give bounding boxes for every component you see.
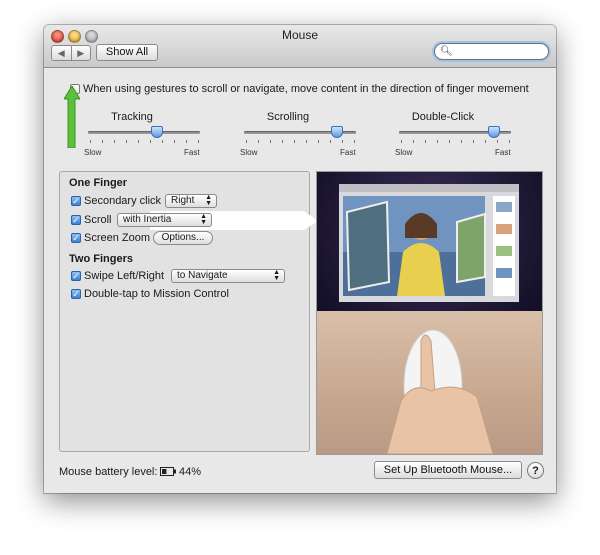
swipe-value: to Navigate [177, 270, 228, 281]
setup-bluetooth-mouse-button[interactable]: Set Up Bluetooth Mouse... [374, 461, 522, 479]
slider-tick [150, 140, 151, 143]
slider-tick [186, 140, 187, 143]
slider-tick [509, 140, 510, 143]
gesture-demo-video [316, 171, 543, 455]
slider-tick [114, 140, 115, 143]
slider-max-label: Fast [495, 148, 511, 157]
two-fingers-heading: Two Fingers [69, 253, 133, 265]
slider-tick [401, 140, 402, 143]
swipe-popup[interactable]: to Navigate ▲ ▼ [171, 269, 285, 283]
slider-tick [461, 140, 462, 143]
slider-title-0: Tracking [111, 111, 153, 123]
slider-tick [485, 140, 486, 143]
window-title: Mouse [281, 28, 319, 42]
slider-knob-0[interactable] [151, 126, 164, 138]
updown-arrows-icon: ▲ ▼ [273, 269, 280, 282]
slider-tick [270, 140, 271, 143]
slider-max-label: Fast [184, 148, 200, 157]
secondary-click-checkbox[interactable]: ✓ [71, 196, 81, 206]
secondary-click-label: Secondary click [84, 195, 162, 207]
show-all-button[interactable]: Show All [96, 44, 158, 61]
battery-label: Mouse battery level: [59, 466, 158, 478]
updown-arrows-icon: ▲ ▼ [205, 194, 212, 207]
slider-knob-1[interactable] [330, 126, 343, 138]
double-tap-checkbox[interactable]: ✓ [71, 289, 81, 299]
battery-icon [160, 467, 176, 476]
secondary-click-value: Right [171, 195, 195, 206]
slider-tick [342, 140, 343, 143]
demo-screen-image [317, 172, 542, 311]
swipe-checkbox[interactable]: ✓ [71, 271, 81, 281]
one-finger-heading: One Finger [69, 177, 128, 189]
slider-tick [449, 140, 450, 143]
slider-tick [330, 140, 331, 143]
slider-track-0[interactable] [88, 131, 200, 134]
slider-tick [198, 140, 199, 143]
slider-tick [306, 140, 307, 143]
slider-tick [473, 140, 474, 143]
slider-tick [102, 140, 103, 143]
slider-tick [126, 140, 127, 143]
slider-tick [294, 140, 295, 143]
slider-tick [162, 140, 163, 143]
help-button[interactable]: ? [527, 462, 544, 479]
zoom-options-button[interactable]: Options... [153, 231, 213, 245]
slider-tick [413, 140, 414, 143]
slider-title-1: Scrolling [266, 111, 310, 123]
slider-tick [282, 140, 283, 143]
slider-tick [90, 140, 91, 143]
slider-title-2: Double-Click [411, 111, 475, 123]
battery-percent: 44% [179, 466, 202, 478]
titlebar: Mouse ◀ ▶ Show All 🔍︎ [44, 25, 556, 68]
slider-tick [354, 140, 355, 143]
double-tap-label: Double-tap to Mission Control [84, 288, 229, 300]
slider-tick [425, 140, 426, 143]
slider-tick [246, 140, 247, 143]
back-arrow-icon[interactable]: ◀ [52, 46, 72, 60]
back-forward-control: ◀ ▶ [51, 45, 91, 61]
slider-min-label: Slow [240, 148, 258, 157]
slider-knob-2[interactable] [488, 126, 501, 138]
screen-zoom-checkbox[interactable]: ✓ [71, 233, 81, 243]
demo-hand-on-mouse-image [317, 311, 542, 454]
scroll-checkbox[interactable]: ✓ [71, 215, 81, 225]
slider-tick [174, 140, 175, 143]
secondary-click-popup[interactable]: Right ▲ ▼ [165, 194, 217, 208]
scroll-direction-label: When using gestures to scroll or navigat… [83, 83, 529, 95]
slider-tick [437, 140, 438, 143]
slider-max-label: Fast [340, 148, 356, 157]
slider-tick [497, 140, 498, 143]
swipe-label: Swipe Left/Right [84, 270, 165, 282]
magic-mouse-illustration [386, 329, 494, 454]
search-field[interactable]: 🔍︎ [434, 43, 549, 60]
demo-desktop-illustration [339, 184, 519, 302]
scroll-value: with Inertia [123, 214, 172, 225]
updown-arrows-icon: ▲ ▼ [200, 213, 207, 226]
search-icon: 🔍︎ [440, 46, 453, 57]
screen-zoom-label: Screen Zoom [84, 232, 151, 244]
scroll-popup[interactable]: with Inertia ▲ ▼ [117, 213, 212, 227]
mouse-preferences-window: Mouse ◀ ▶ Show All 🔍︎ When using gesture… [44, 25, 556, 493]
forward-arrow-icon[interactable]: ▶ [72, 46, 91, 60]
slider-tick [258, 140, 259, 143]
slider-tick [318, 140, 319, 143]
slider-tick [138, 140, 139, 143]
search-input[interactable] [453, 45, 547, 60]
slider-min-label: Slow [84, 148, 102, 157]
scroll-label: Scroll [84, 214, 112, 226]
slider-min-label: Slow [395, 148, 413, 157]
